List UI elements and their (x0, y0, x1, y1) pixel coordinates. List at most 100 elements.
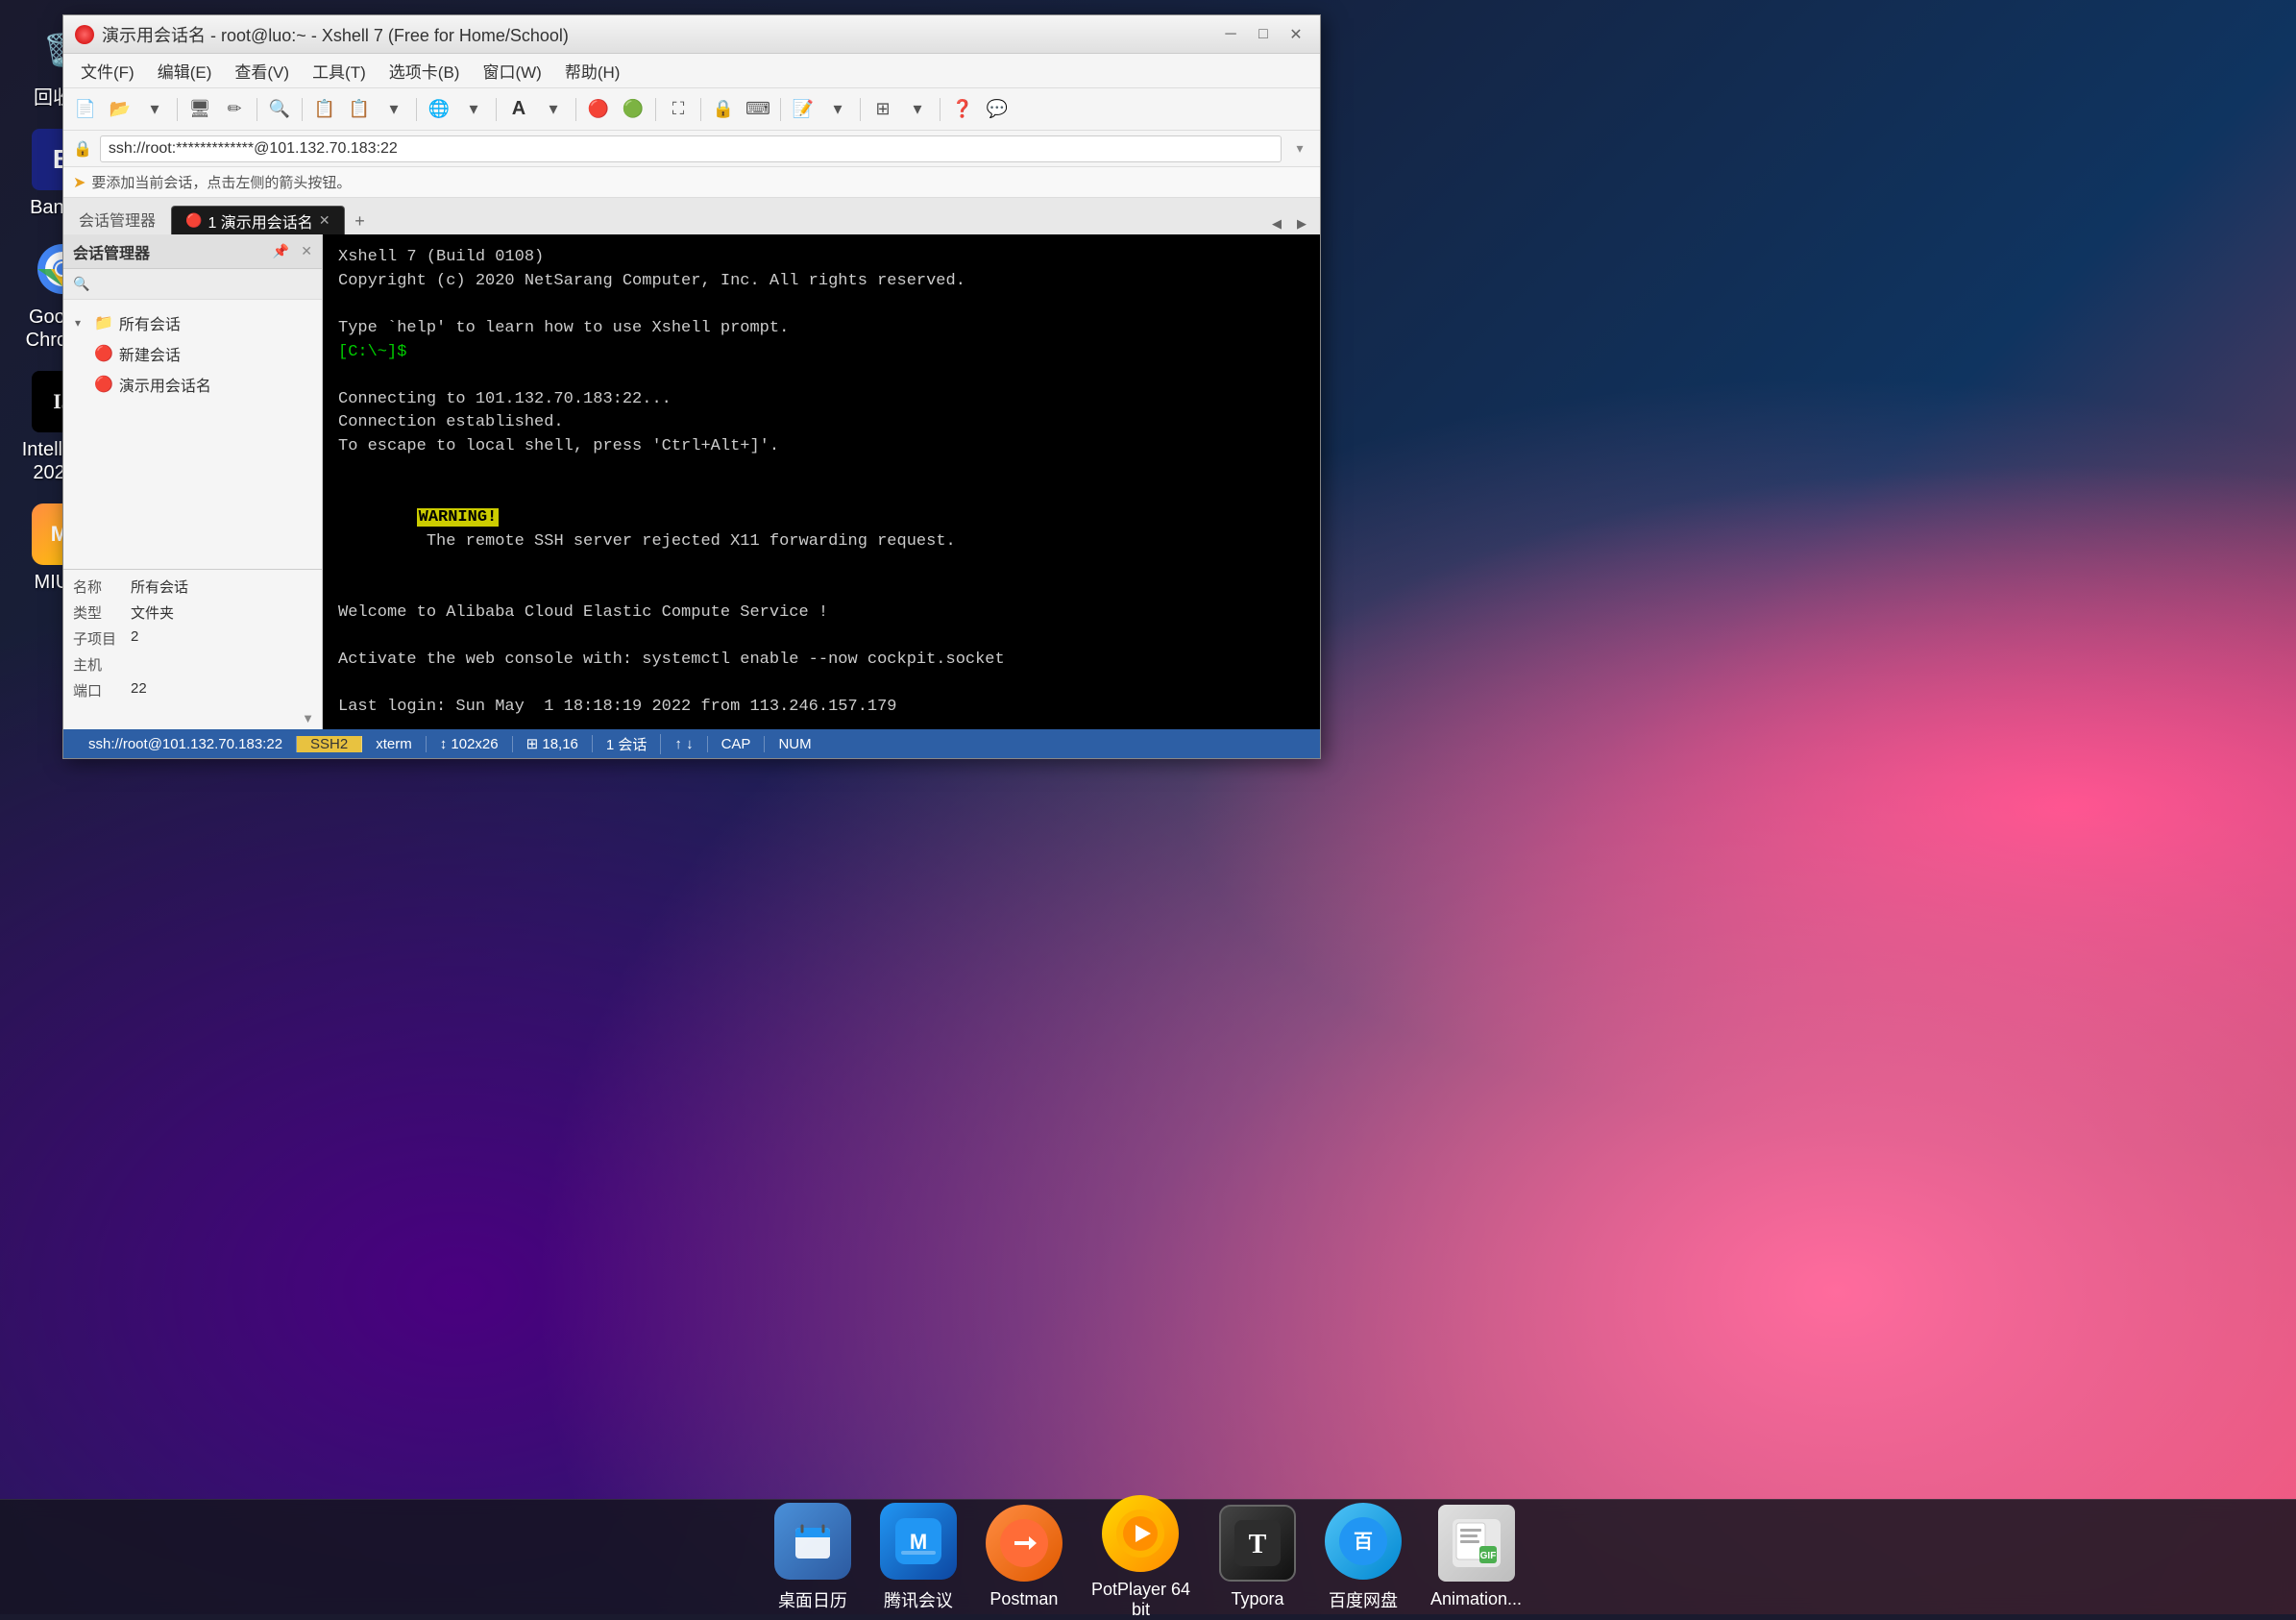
potplayer-label: PotPlayer 64 bit (1091, 1580, 1190, 1620)
toolbar-font-down-btn[interactable]: ▾ (537, 94, 570, 125)
tab-label: 1 演示用会话名 (208, 209, 312, 233)
toolbar-copy-btn[interactable]: 📋 (308, 94, 341, 125)
taskbar-item-animation[interactable]: GIF Animation... (1430, 1505, 1522, 1609)
prop-val-type: 文件夹 (131, 602, 174, 623)
terminal-line-18: [root@luo ~]# (338, 720, 1305, 729)
session-panel: 会话管理器 📌 ✕ 🔍 ▾ 📁 所有会话 🔴 新建会话 🔴 (63, 234, 323, 729)
terminal-line-16 (338, 673, 1305, 697)
toolbar-paste-btn[interactable]: 📋 (343, 94, 376, 125)
tab-scroll-right-btn[interactable]: ▶ (1291, 213, 1312, 234)
taskbar-item-typora[interactable]: T Typora (1219, 1505, 1296, 1609)
tab-icon: 🔴 (185, 212, 202, 229)
toolbar-globe-down-btn[interactable]: ▾ (457, 94, 490, 125)
prop-row-type: 类型 文件夹 (63, 600, 322, 626)
terminal-line-7: Connecting to 101.132.70.183:22... (338, 388, 1305, 412)
toolbar-sep-8 (700, 98, 701, 121)
info-icon: ➤ (73, 173, 85, 192)
menu-edit[interactable]: 编辑(E) (148, 55, 222, 86)
tab-active[interactable]: 🔴 1 演示用会话名 ✕ (171, 206, 345, 234)
menu-help[interactable]: 帮助(H) (555, 55, 630, 86)
toolbar-down2-btn[interactable]: ▾ (378, 94, 410, 125)
session-panel-toggle-btn[interactable]: 会话管理器 (71, 204, 163, 234)
taskbar-item-baidu-pan[interactable]: 百 百度网盘 (1325, 1503, 1402, 1612)
terminal-warning-label: WARNING! (417, 508, 500, 527)
tree-demo-session-label: 演示用会话名 (119, 373, 211, 396)
baidu-pan-icon: 百 (1325, 1503, 1402, 1580)
toolbar-search-btn[interactable]: 🔍 (263, 94, 296, 125)
terminal-line-12 (338, 577, 1305, 601)
toolbar-green-btn[interactable]: 🟢 (617, 94, 649, 125)
svg-text:T: T (1249, 1530, 1267, 1559)
minimize-button[interactable]: ─ (1218, 22, 1243, 47)
tencent-meeting-icon: M (880, 1503, 957, 1580)
toolbar-new-btn[interactable]: 📄 (69, 94, 102, 125)
tree-new-session-icon: 🔴 (94, 344, 113, 363)
menu-window[interactable]: 窗口(W) (473, 55, 550, 86)
toolbar-chat-btn[interactable]: 💬 (981, 94, 1014, 125)
toolbar-layout-btn[interactable]: ⊞ (867, 94, 899, 125)
xshell-app-icon (75, 25, 94, 44)
tab-close-btn[interactable]: ✕ (319, 212, 330, 229)
toolbar-script-btn[interactable]: 📝 (787, 94, 819, 125)
typora-icon: T (1219, 1505, 1296, 1582)
toolbar-open-btn[interactable]: 📂 (104, 94, 136, 125)
animation-icon: GIF (1438, 1505, 1515, 1582)
taskbar-item-desktop-calendar[interactable]: 桌面日历 (774, 1503, 851, 1612)
address-input[interactable] (100, 135, 1282, 162)
address-bar: 🔒 ▾ (63, 131, 1320, 167)
toolbar-down3-btn[interactable]: ▾ (821, 94, 854, 125)
tab-scroll-left-btn[interactable]: ◀ (1266, 213, 1287, 234)
toolbar-keyboard-btn[interactable]: ⌨ (742, 94, 774, 125)
tree-item-demo-session[interactable]: 🔴 演示用会话名 (63, 369, 322, 400)
terminal-line-15: Activate the web console with: systemctl… (338, 649, 1305, 673)
taskbar-item-postman[interactable]: Postman (986, 1505, 1063, 1609)
toolbar-sessions-btn[interactable]: 🖥 (183, 94, 216, 125)
toolbar-down4-btn[interactable]: ▾ (901, 94, 934, 125)
menu-view[interactable]: 查看(V) (225, 55, 299, 86)
tree-demo-session-icon: 🔴 (94, 375, 113, 394)
toolbar-down-btn[interactable]: ▾ (138, 94, 171, 125)
toolbar-red-btn[interactable]: 🔴 (582, 94, 615, 125)
window-title: 演示用会话名 - root@luo:~ - Xshell 7 (Free for… (102, 22, 1218, 47)
status-sessions: 1 会话 (593, 734, 662, 754)
close-button[interactable]: ✕ (1283, 22, 1308, 47)
terminal[interactable]: Xshell 7 (Build 0108) Copyright (c) 2020… (323, 234, 1320, 729)
toolbar-lock-btn[interactable]: 🔒 (707, 94, 740, 125)
tree-item-new-session[interactable]: 🔴 新建会话 (63, 338, 322, 369)
toolbar-globe-btn[interactable]: 🌐 (423, 94, 455, 125)
address-dropdown-icon[interactable]: ▾ (1289, 138, 1310, 160)
session-panel-header: 会话管理器 📌 ✕ (63, 234, 322, 269)
terminal-line-11: WARNING! The remote SSH server rejected … (338, 482, 1305, 577)
status-arrows: ↑ ↓ (661, 736, 707, 752)
title-bar: 演示用会话名 - root@luo:~ - Xshell 7 (Free for… (63, 15, 1320, 54)
prop-key-type: 类型 (73, 602, 131, 623)
animation-label: Animation... (1430, 1589, 1522, 1609)
status-num: NUM (765, 736, 824, 752)
menu-tools[interactable]: 工具(T) (303, 55, 376, 86)
toolbar: 📄 📂 ▾ 🖥 ✏ 🔍 📋 📋 ▾ 🌐 ▾ A ▾ 🔴 🟢 ⛶ 🔒 ⌨ 📝 ▾ … (63, 88, 1320, 131)
session-panel-toolbar: 🔍 (63, 269, 322, 300)
toolbar-help-btn[interactable]: ❓ (946, 94, 979, 125)
postman-icon (986, 1505, 1063, 1582)
toolbar-font-btn[interactable]: A (502, 94, 535, 125)
desktop-calendar-label: 桌面日历 (778, 1587, 847, 1612)
status-encoding: xterm (362, 736, 427, 752)
tree-item-root[interactable]: ▾ 📁 所有会话 (63, 307, 322, 338)
taskbar-item-potplayer[interactable]: PotPlayer 64 bit (1091, 1495, 1190, 1620)
taskbar-item-tencent-meeting[interactable]: M 腾讯会议 (880, 1503, 957, 1612)
tab-nav: ◀ ▶ (1266, 213, 1312, 234)
xshell-window: 演示用会话名 - root@luo:~ - Xshell 7 (Free for… (62, 14, 1321, 759)
terminal-line-1: Xshell 7 (Build 0108) (338, 246, 1305, 270)
tab-add-btn[interactable]: + (347, 208, 374, 234)
prop-key-name: 名称 (73, 577, 131, 597)
session-panel-close-icon[interactable]: ✕ (301, 243, 312, 259)
session-search-icon[interactable]: 🔍 (71, 274, 92, 295)
scroll-down-icon[interactable]: ▼ (302, 711, 314, 725)
maximize-button[interactable]: □ (1251, 22, 1276, 47)
menu-bar: 文件(F) 编辑(E) 查看(V) 工具(T) 选项卡(B) 窗口(W) 帮助(… (63, 54, 1320, 88)
menu-file[interactable]: 文件(F) (71, 55, 144, 86)
toolbar-edit-btn[interactable]: ✏ (218, 94, 251, 125)
menu-tab[interactable]: 选项卡(B) (379, 55, 470, 86)
prop-key-host: 主机 (73, 654, 131, 675)
toolbar-expand-btn[interactable]: ⛶ (662, 94, 695, 125)
